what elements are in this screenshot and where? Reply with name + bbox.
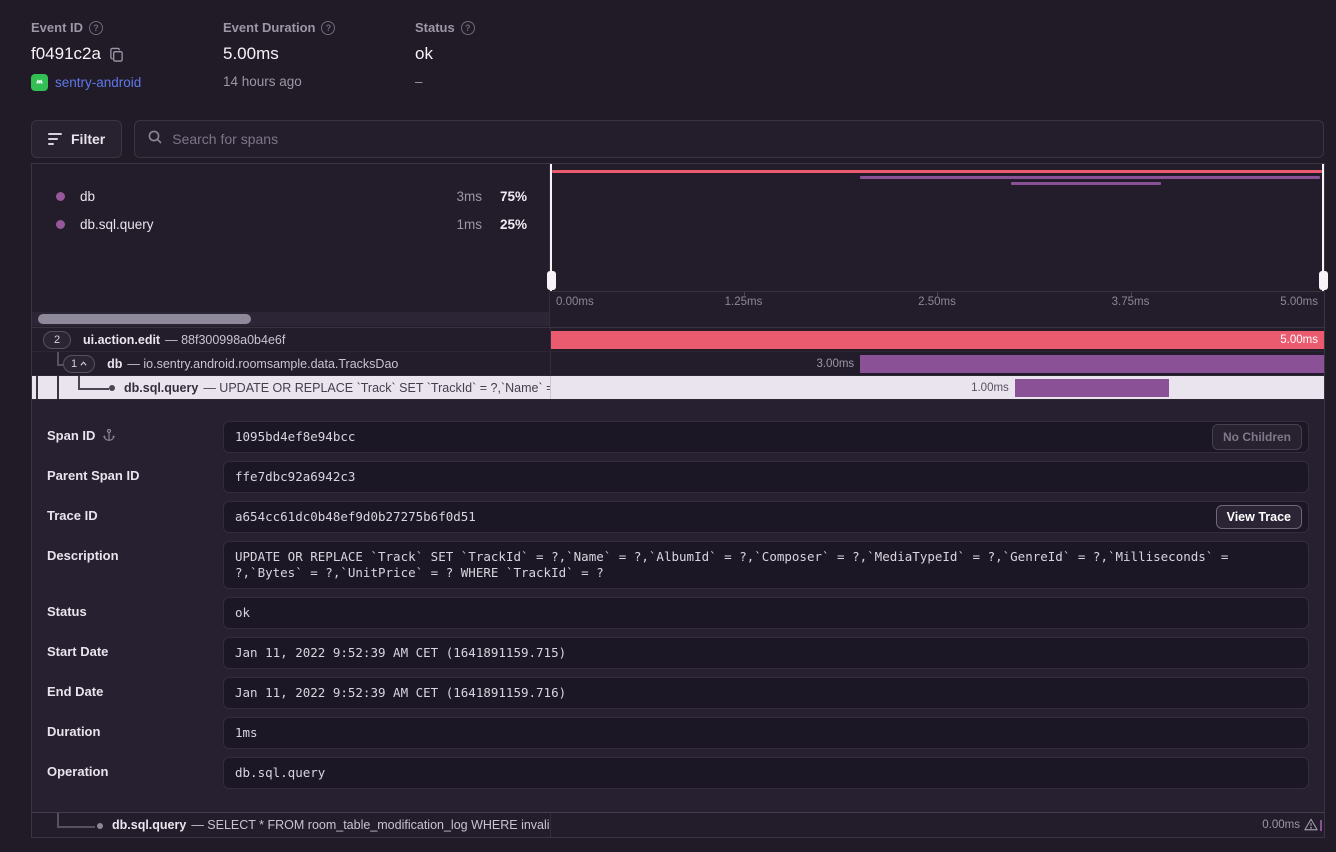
span-duration-bar[interactable] — [860, 355, 1324, 373]
span-row-db[interactable]: 1 db — io.sentry.android.roomsample.data… — [32, 352, 1324, 376]
help-icon[interactable]: ? — [89, 21, 103, 35]
span-search — [134, 120, 1324, 158]
axis-tick-label: 2.50ms — [918, 296, 956, 308]
filter-icon — [48, 133, 62, 145]
op-color-dot — [56, 220, 65, 229]
drag-knob[interactable] — [547, 271, 556, 290]
span-duration-label: 0.00ms — [1262, 813, 1300, 838]
detail-row-description: Description UPDATE OR REPLACE `Track` SE… — [47, 541, 1309, 589]
detail-row-status: Status ok — [47, 597, 1309, 629]
legend-item-db-sql-query[interactable]: db.sql.query 1ms 25% — [32, 210, 549, 238]
span-duration-label: 5.00ms — [1280, 331, 1318, 349]
span-bullet-dot — [97, 823, 103, 829]
event-duration-column: Event Duration? 5.00ms 14 hours ago — [223, 20, 415, 91]
axis-tick-label: 0.00ms — [556, 296, 594, 308]
search-icon — [147, 129, 163, 150]
help-icon[interactable]: ? — [321, 21, 335, 35]
span-duration-label: 3.00ms — [806, 352, 854, 376]
trace-minimap[interactable]: 0.00ms 1.25ms 2.50ms 3.75ms 5.00ms — [550, 164, 1324, 327]
operations-legend: db 3ms 75% db.sql.query 1ms 25% — [32, 164, 550, 327]
minimap-span-bar — [860, 176, 1321, 179]
parent-span-id-value: ffe7dbc92a6942c3 — [235, 469, 355, 484]
detail-row-duration: Duration 1ms — [47, 717, 1309, 749]
op-color-dot — [56, 192, 65, 201]
span-row-select-room-table[interactable]: db.sql.query — SELECT * FROM room_table_… — [32, 812, 1324, 837]
event-header: Event ID? f0491c2a sentry-android Event … — [31, 20, 607, 91]
minimap-canvas — [550, 164, 1324, 291]
span-row-db-sql-query-selected[interactable]: db.sql.query — UPDATE OR REPLACE `Track`… — [32, 376, 1324, 400]
end-date-value: Jan 11, 2022 9:52:39 AM CET (1641891159.… — [235, 685, 566, 700]
time-axis: 0.00ms 1.25ms 2.50ms 3.75ms 5.00ms — [550, 291, 1324, 311]
minimap-right-handle[interactable] — [1322, 164, 1324, 291]
detail-row-trace-id: Trace ID a654cc61dc0b48ef9d0b27275b6f0d5… — [47, 501, 1309, 533]
detail-row-span-id: Span ID 1095bd4ef8e94bcc No Children — [47, 421, 1309, 453]
span-tree: 2 ui.action.edit — 88f300998a0b4e6f 5.00… — [32, 328, 1324, 400]
status-subtext: – — [415, 74, 423, 89]
legend-item-db[interactable]: db 3ms 75% — [32, 182, 549, 210]
status-value: ok — [415, 44, 433, 64]
event-id-value: f0491c2a — [31, 44, 101, 64]
android-platform-icon — [31, 74, 48, 91]
span-bullet-dot — [109, 385, 115, 391]
filter-button[interactable]: Filter — [31, 120, 122, 158]
span-duration-label: 1.00ms — [961, 376, 1009, 400]
trace-id-value: a654cc61dc0b48ef9d0b27275b6f0d51 — [235, 509, 476, 524]
search-input[interactable] — [172, 131, 1311, 147]
detail-row-start-date: Start Date Jan 11, 2022 9:52:39 AM CET (… — [47, 637, 1309, 669]
scrollbar-thumb[interactable] — [38, 314, 251, 324]
children-count-pill-expanded[interactable]: 1 — [63, 355, 95, 373]
event-age: 14 hours ago — [223, 74, 302, 89]
axis-tick-label: 5.00ms — [1280, 296, 1318, 308]
spans-toolbar: Filter — [31, 120, 1324, 158]
project-link[interactable]: sentry-android — [55, 75, 141, 90]
minimap-span-bar — [552, 170, 1323, 173]
detail-row-parent-span-id: Parent Span ID ffe7dbc92a6942c3 — [47, 461, 1309, 493]
view-trace-button[interactable]: View Trace — [1216, 505, 1302, 529]
event-id-column: Event ID? f0491c2a sentry-android — [31, 20, 223, 91]
help-icon[interactable]: ? — [461, 21, 475, 35]
description-value: UPDATE OR REPLACE `Track` SET `TrackId` … — [235, 549, 1228, 580]
span-row-ui-action-edit[interactable]: 2 ui.action.edit — 88f300998a0b4e6f 5.00… — [32, 328, 1324, 352]
zero-duration-span-tick — [1320, 820, 1323, 831]
span-details-panel: Span ID 1095bd4ef8e94bcc No Children Par… — [32, 400, 1324, 812]
span-id-value: 1095bd4ef8e94bcc — [235, 429, 355, 444]
start-date-value: Jan 11, 2022 9:52:39 AM CET (1641891159.… — [235, 645, 566, 660]
no-children-badge: No Children — [1212, 424, 1302, 450]
event-duration-value: 5.00ms — [223, 44, 279, 64]
operation-value: db.sql.query — [235, 765, 325, 780]
span-status-value: ok — [235, 605, 250, 620]
copy-icon[interactable] — [109, 47, 124, 62]
span-waterfall-panel: db 3ms 75% db.sql.query 1ms 25% — [31, 163, 1325, 838]
children-count-pill[interactable]: 2 — [43, 331, 71, 349]
event-duration-label: Event Duration — [223, 20, 315, 35]
span-duration-bar[interactable] — [1015, 379, 1170, 397]
axis-tick-label: 3.75ms — [1112, 296, 1150, 308]
warning-icon — [1304, 818, 1318, 836]
minimap-span-bar — [1011, 182, 1162, 185]
anchor-icon[interactable] — [102, 428, 116, 445]
drag-knob[interactable] — [1319, 271, 1328, 290]
minimap-left-handle[interactable] — [550, 164, 552, 291]
event-id-label: Event ID — [31, 20, 83, 35]
status-label: Status — [415, 20, 455, 35]
detail-row-end-date: End Date Jan 11, 2022 9:52:39 AM CET (16… — [47, 677, 1309, 709]
horizontal-scrollbar[interactable] — [32, 312, 549, 326]
span-duration-value: 1ms — [235, 725, 258, 740]
axis-tick-label: 1.25ms — [725, 296, 763, 308]
detail-row-operation: Operation db.sql.query — [47, 757, 1309, 789]
status-column: Status? ok – — [415, 20, 607, 91]
filter-button-label: Filter — [71, 131, 105, 147]
span-duration-bar[interactable]: 5.00ms — [551, 331, 1324, 349]
chevron-up-icon — [80, 361, 87, 366]
waterfall-header: db 3ms 75% db.sql.query 1ms 25% — [32, 164, 1324, 328]
